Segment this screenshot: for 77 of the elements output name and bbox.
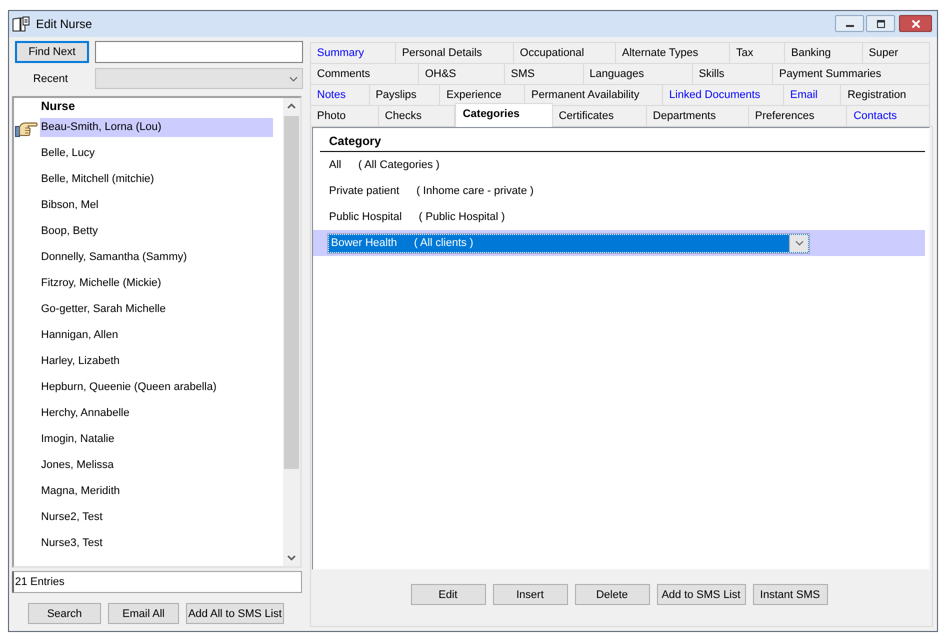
nurse-list-item[interactable]: Beau-Smith, Lorna (Lou) <box>40 118 273 137</box>
action-button[interactable]: Insert <box>492 584 568 605</box>
nurse-list-item[interactable]: Fitzroy, Michelle (Mickie) <box>40 274 273 293</box>
book-icon <box>12 16 30 32</box>
find-next-button[interactable]: Find Next <box>15 41 89 63</box>
nurse-list-item[interactable]: Nurse2, Test <box>40 508 273 527</box>
nurse-list-item[interactable]: Magna, Meridith <box>40 482 273 501</box>
maximize-button[interactable] <box>866 15 895 32</box>
category-name[interactable]: All <box>328 159 342 171</box>
category-description: ( Inhome care - private ) <box>416 185 534 197</box>
tab[interactable]: Skills <box>692 63 774 84</box>
dropdown-arrow-button[interactable] <box>789 234 808 252</box>
nurse-list-item[interactable]: Belle, Lucy <box>40 144 273 163</box>
nurse-list-item[interactable]: Hepburn, Queenie (Queen arabella) <box>40 378 273 397</box>
tab[interactable]: Photo <box>310 105 379 126</box>
action-button[interactable]: Instant SMS <box>752 584 828 605</box>
tab[interactable]: Alternate Types <box>616 42 730 63</box>
nurse-list-item[interactable]: Hannigan, Allen <box>40 326 273 345</box>
search-field[interactable] <box>95 41 303 63</box>
tab[interactable]: Departments <box>646 105 750 126</box>
tab[interactable]: SMS <box>504 63 584 84</box>
nurse-list-item[interactable]: Boop, Betty <box>40 222 273 241</box>
tab[interactable]: Certificates <box>552 105 647 126</box>
chevron-down-icon <box>289 76 298 82</box>
category-description: ( Public Hospital ) <box>418 211 505 223</box>
category-dropdown[interactable]: Bower Health ( All clients ) <box>328 234 809 252</box>
entry-count-field: 21 Entries <box>12 571 302 593</box>
nurse-list-item[interactable]: Jones, Melissa <box>40 456 273 475</box>
tab[interactable]: Contacts <box>847 105 930 126</box>
tab[interactable]: Comments <box>310 63 419 84</box>
maximize-icon <box>876 20 886 28</box>
tab[interactable]: OH&S <box>418 63 505 84</box>
nurse-list-item[interactable]: Nurse3, Test <box>40 534 273 553</box>
tab[interactable]: Tax <box>730 42 786 63</box>
column-header: Nurse <box>40 98 76 115</box>
nurse-list-item[interactable]: Imogin, Natalie <box>40 430 273 449</box>
tab[interactable]: Experience <box>440 84 526 105</box>
tab[interactable]: Email <box>784 84 842 105</box>
scrollbar[interactable] <box>283 98 300 566</box>
recent-label: Recent <box>32 72 69 84</box>
column-header: Category <box>320 128 925 152</box>
action-button[interactable]: Email All <box>108 603 179 624</box>
category-description: ( All Categories ) <box>358 159 440 171</box>
tab[interactable]: Categories <box>454 103 553 127</box>
tab[interactable]: Personal Details <box>396 42 514 63</box>
nurse-list-item[interactable]: Go-getter, Sarah Michelle <box>40 300 273 319</box>
scrollbar-thumb[interactable] <box>284 116 299 469</box>
nurse-list-item[interactable]: Herchy, Annabelle <box>40 404 273 423</box>
action-button[interactable]: Edit <box>410 584 486 605</box>
category-name[interactable]: Public Hospital <box>328 211 402 223</box>
tab[interactable]: Super <box>862 42 930 63</box>
action-button[interactable]: Search <box>28 603 101 624</box>
tab[interactable]: Permanent Availability <box>525 84 664 105</box>
nurse-list-item[interactable]: Bibson, Mel <box>40 196 273 215</box>
tab[interactable]: Summary <box>310 42 396 63</box>
nurse-list-item[interactable]: Belle, Mitchell (mitchie) <box>40 170 273 189</box>
tab[interactable]: Registration <box>841 84 930 105</box>
tab[interactable]: Payment Summaries <box>773 63 930 84</box>
tab[interactable]: Banking <box>785 42 863 63</box>
tab[interactable]: Languages <box>584 63 693 84</box>
tab[interactable]: Notes <box>310 84 370 105</box>
close-icon <box>910 20 920 28</box>
tab[interactable]: Preferences <box>749 105 848 126</box>
tab[interactable]: Occupational <box>514 42 616 63</box>
tab[interactable]: Checks <box>378 105 455 126</box>
tab[interactable]: Payslips <box>370 84 440 105</box>
action-button[interactable]: Delete <box>574 584 650 605</box>
minimize-button[interactable] <box>835 15 864 32</box>
chevron-down-icon <box>794 240 804 246</box>
action-button[interactable]: Add to SMS List <box>656 584 746 605</box>
tab[interactable]: Linked Documents <box>663 84 784 105</box>
window-title: Edit Nurse <box>36 17 94 31</box>
nurse-list-item[interactable]: Donnelly, Samantha (Sammy) <box>40 248 273 267</box>
category-name[interactable]: Private patient <box>328 185 400 197</box>
action-button[interactable]: Add All to SMS List <box>186 603 284 624</box>
close-button[interactable] <box>899 15 932 32</box>
nurse-list-item[interactable]: Harley, Lizabeth <box>40 352 273 371</box>
